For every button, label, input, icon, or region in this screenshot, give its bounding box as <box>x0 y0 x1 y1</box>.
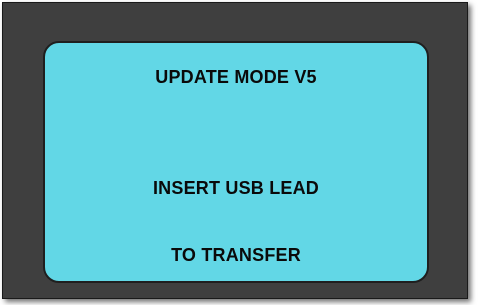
device-bezel: UPDATE MODE V5 INSERT USB LEAD TO TRANSF… <box>2 2 468 299</box>
lcd-screen: UPDATE MODE V5 INSERT USB LEAD TO TRANSF… <box>43 41 429 283</box>
transfer-text: TO TRANSFER <box>171 245 301 265</box>
insert-usb-text: INSERT USB LEAD <box>152 178 319 198</box>
update-mode-text: UPDATE MODE V5 <box>155 67 317 87</box>
